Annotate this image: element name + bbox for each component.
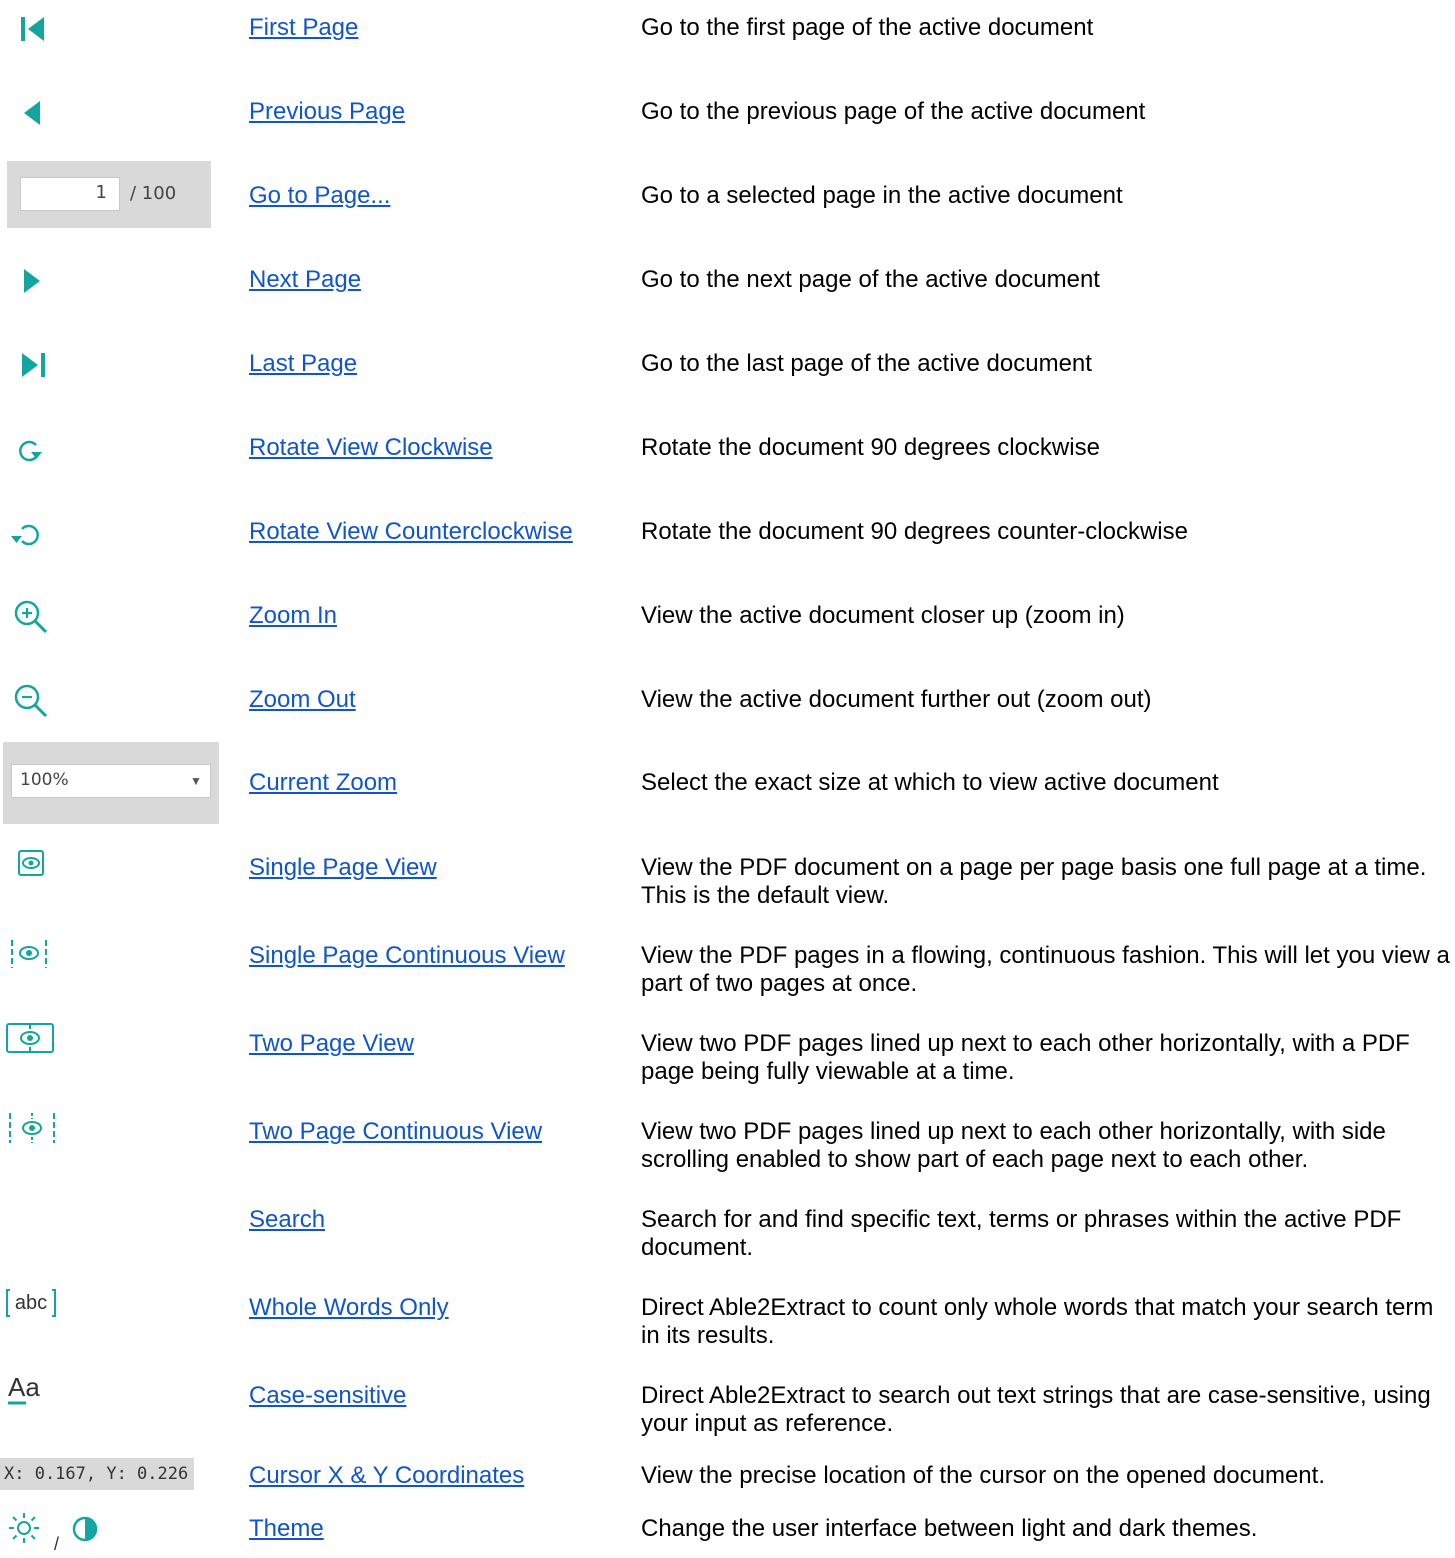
toolbar-row-theme: / Theme Change the user interface betwee… [0, 1498, 1455, 1558]
toolbar-row-two-page-continuous: Two Page Continuous View View two PDF pa… [0, 1104, 1455, 1192]
next-page-link[interactable]: Next Page [249, 266, 361, 294]
single-page-continuous-icon[interactable] [8, 936, 52, 972]
case-sensitive-link[interactable]: Case-sensitive [249, 1382, 406, 1410]
toolbar-row-single-page-continuous: Single Page Continuous View View the PDF… [0, 928, 1455, 1016]
two-page-view-description: View two PDF pages lined up next to each… [641, 1030, 1410, 1085]
theme-separator: / [54, 1534, 60, 1554]
whole-words-link[interactable]: Whole Words Only [249, 1294, 449, 1322]
rotate-counterclockwise-icon[interactable] [8, 520, 44, 550]
chevron-down-icon[interactable]: ▼ [190, 774, 202, 788]
zoom-in-icon[interactable] [12, 598, 52, 638]
toolbar-row-single-page-view: Single Page View View the PDF document o… [0, 840, 1455, 928]
last-page-icon[interactable] [18, 350, 48, 380]
case-sensitive-description: Direct Able2Extract to search out text s… [641, 1382, 1431, 1437]
last-page-link[interactable]: Last Page [249, 350, 357, 378]
whole-words-description: Direct Able2Extract to count only whole … [641, 1294, 1434, 1349]
toolbar-row-whole-words: abc Whole Words Only Direct Able2Extract… [0, 1280, 1455, 1368]
search-link[interactable]: Search [249, 1206, 325, 1234]
rotate-counterclockwise-link[interactable]: Rotate View Counterclockwise [249, 518, 573, 546]
zoom-value: 100% [20, 770, 69, 790]
cursor-coordinates-link[interactable]: Cursor X & Y Coordinates [249, 1462, 524, 1490]
toolbar-row-two-page-view: Two Page View View two PDF pages lined u… [0, 1016, 1455, 1104]
last-page-description: Go to the last page of the active docume… [641, 350, 1092, 377]
next-page-icon[interactable] [18, 266, 48, 296]
toolbar-row-go-to-page: 1 / 100 Go to Page... Go to a selected p… [0, 161, 1455, 245]
rotate-clockwise-description: Rotate the document 90 degrees clockwise [641, 434, 1100, 461]
two-page-view-link[interactable]: Two Page View [249, 1030, 414, 1058]
single-page-view-icon[interactable] [16, 848, 46, 878]
zoom-dropdown[interactable]: 100% [11, 764, 211, 798]
zoom-out-description: View the active document further out (zo… [641, 686, 1152, 713]
two-page-continuous-icon[interactable] [6, 1109, 58, 1147]
toolbar-row-last-page: Last Page Go to the last page of the act… [0, 336, 1455, 420]
current-zoom-description: Select the exact size at which to view a… [641, 769, 1219, 796]
previous-page-link[interactable]: Previous Page [249, 98, 405, 126]
two-page-view-icon[interactable] [4, 1021, 56, 1055]
current-zoom-link[interactable]: Current Zoom [249, 769, 397, 797]
page-count-label: / 100 [130, 183, 177, 204]
first-page-icon[interactable] [18, 14, 48, 44]
single-page-continuous-description: View the PDF pages in a flowing, continu… [641, 942, 1450, 997]
first-page-description: Go to the first page of the active docum… [641, 14, 1094, 41]
search-description: Search for and find specific text, terms… [641, 1206, 1402, 1261]
page-number-input[interactable]: 1 [20, 177, 120, 211]
toolbar-row-rotate-clockwise: Rotate View Clockwise Rotate the documen… [0, 420, 1455, 504]
two-page-continuous-description: View two PDF pages lined up next to each… [641, 1118, 1386, 1173]
toolbar-row-cursor-coordinates: X: 0.167, Y: 0.226 Cursor X & Y Coordina… [0, 1454, 1455, 1498]
zoom-out-icon[interactable] [12, 682, 52, 722]
rotate-clockwise-icon[interactable] [14, 436, 46, 466]
two-page-continuous-link[interactable]: Two Page Continuous View [249, 1118, 542, 1146]
rotate-clockwise-link[interactable]: Rotate View Clockwise [249, 434, 493, 462]
rotate-counterclockwise-description: Rotate the document 90 degrees counter-c… [641, 518, 1188, 545]
toolbar-row-next-page: Next Page Go to the next page of the act… [0, 252, 1455, 336]
toolbar-row-first-page: First Page Go to the first page of the a… [0, 0, 1455, 84]
next-page-description: Go to the next page of the active docume… [641, 266, 1100, 293]
case-sensitive-icon[interactable]: Aa [6, 1372, 56, 1408]
single-page-continuous-link[interactable]: Single Page Continuous View [249, 942, 565, 970]
zoom-out-link[interactable]: Zoom Out [249, 686, 356, 714]
theme-description: Change the user interface between light … [641, 1515, 1258, 1542]
whole-words-glyph: abc [15, 1292, 47, 1314]
toolbar-row-case-sensitive: Aa Case-sensitive Direct Able2Extract to… [0, 1368, 1455, 1456]
go-to-page-description: Go to a selected page in the active docu… [641, 182, 1123, 209]
contrast-icon[interactable] [70, 1514, 100, 1544]
first-page-link[interactable]: First Page [249, 14, 358, 42]
toolbar-row-zoom-in: Zoom In View the active document closer … [0, 588, 1455, 672]
zoom-in-description: View the active document closer up (zoom… [641, 602, 1125, 629]
toolbar-row-current-zoom: 100% ▼ Current Zoom Select the exact siz… [0, 742, 1455, 826]
case-sensitive-glyph: Aa [8, 1372, 40, 1402]
whole-words-icon[interactable]: abc [4, 1285, 58, 1321]
cursor-coordinates-description: View the precise location of the cursor … [641, 1462, 1325, 1489]
previous-page-description: Go to the previous page of the active do… [641, 98, 1146, 125]
toolbar-row-search: Search Search for and find specific text… [0, 1192, 1455, 1280]
theme-link[interactable]: Theme [249, 1515, 324, 1543]
toolbar-row-rotate-counterclockwise: Rotate View Counterclockwise Rotate the … [0, 504, 1455, 588]
toolbar-row-previous-page: Previous Page Go to the previous page of… [0, 84, 1455, 168]
zoom-in-link[interactable]: Zoom In [249, 602, 337, 630]
single-page-view-link[interactable]: Single Page View [249, 854, 437, 882]
sun-icon[interactable] [6, 1512, 42, 1544]
coordinates-readout: X: 0.167, Y: 0.226 [0, 1458, 194, 1490]
single-page-view-description: View the PDF document on a page per page… [641, 854, 1427, 909]
go-to-page-link[interactable]: Go to Page... [249, 182, 390, 210]
previous-page-icon[interactable] [18, 98, 48, 128]
